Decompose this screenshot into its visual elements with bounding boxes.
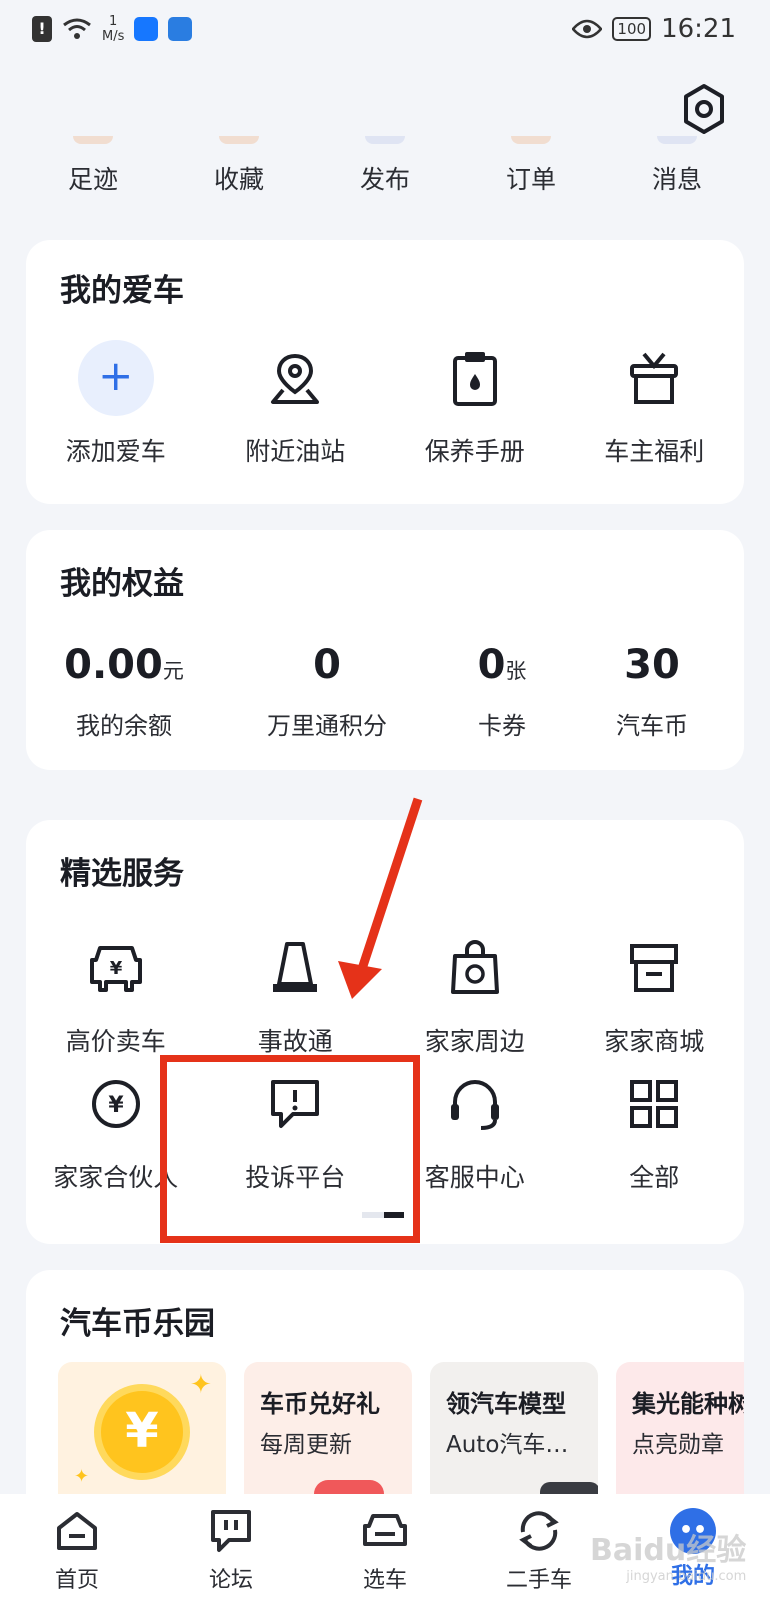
eye-icon bbox=[572, 19, 603, 39]
tile-subtitle: 点亮勋章 bbox=[632, 1432, 724, 1458]
map-pin-icon bbox=[271, 353, 320, 404]
tab-label: 论坛 bbox=[208, 1568, 253, 1593]
shopping-bag-icon bbox=[450, 940, 499, 994]
balance-unit: 元 bbox=[162, 659, 184, 683]
forum-icon bbox=[211, 1510, 251, 1552]
storefront-icon bbox=[630, 944, 679, 992]
tab-forum[interactable]: 论坛 bbox=[154, 1494, 308, 1600]
quick-link-orders[interactable]: 订单 bbox=[458, 136, 604, 206]
svg-text:¥: ¥ bbox=[108, 1093, 124, 1118]
traffic-cone-icon bbox=[273, 942, 318, 992]
headset-icon bbox=[450, 1080, 499, 1130]
refresh-icon bbox=[519, 1511, 559, 1551]
car-coins-label: 汽车币 bbox=[616, 712, 688, 740]
mall-label: 家家商城 bbox=[604, 1027, 705, 1056]
watermark-main: Baidu经验 bbox=[590, 1533, 747, 1568]
tab-select-car[interactable]: 选车 bbox=[308, 1494, 462, 1600]
merchandise-label: 家家周边 bbox=[424, 1027, 525, 1056]
quick-link-label: 足迹 bbox=[67, 165, 118, 194]
nearby-gas-button[interactable]: 附近油站 bbox=[206, 340, 386, 468]
battery-indicator: 100 bbox=[612, 17, 652, 41]
speed-value: 1 bbox=[109, 14, 118, 29]
speed-unit: M/s bbox=[102, 29, 125, 44]
quick-link-publish[interactable]: 发布 bbox=[312, 136, 458, 206]
balance-label: 我的余额 bbox=[76, 712, 172, 740]
balance-stat[interactable]: 0.00元 我的余额 bbox=[26, 642, 222, 741]
settings-icon[interactable] bbox=[680, 82, 728, 136]
all-services-button[interactable]: 全部 bbox=[565, 1074, 745, 1194]
svg-text:¥: ¥ bbox=[109, 958, 122, 979]
quick-link-favorites[interactable]: 收藏 bbox=[166, 136, 312, 206]
tab-label: 首页 bbox=[54, 1568, 99, 1593]
quick-links-row: 足迹 收藏 发布 订单 消息 bbox=[20, 136, 750, 206]
my-rights-title: 我的权益 bbox=[60, 566, 184, 602]
owner-benefits-label: 车主福利 bbox=[604, 437, 705, 466]
quick-link-label: 收藏 bbox=[213, 165, 264, 194]
car-coins-stat[interactable]: 30 汽车币 bbox=[572, 642, 732, 741]
tile-title: 领汽车模型 bbox=[446, 1390, 566, 1418]
coin-park-title: 汽车币乐园 bbox=[60, 1306, 215, 1342]
sparkle-icon: ✦ bbox=[190, 1370, 212, 1400]
tile-title: 集光能种树 bbox=[632, 1390, 744, 1418]
baidu-watermark: Baidu经验 jingyan.baidu.com bbox=[590, 1525, 746, 1584]
car-front-icon bbox=[363, 1514, 407, 1546]
coupons-unit: 张 bbox=[505, 659, 527, 683]
points-stat[interactable]: 0 万里通积分 bbox=[222, 642, 432, 741]
clipboard-drop-icon bbox=[452, 352, 497, 406]
sell-car-label: 高价卖车 bbox=[65, 1027, 166, 1056]
owner-benefits-button[interactable]: 车主福利 bbox=[565, 340, 745, 468]
add-car-button[interactable]: + 添加爱车 bbox=[26, 340, 206, 468]
all-services-label: 全部 bbox=[629, 1163, 680, 1192]
mall-button[interactable]: 家家商城 bbox=[565, 938, 745, 1058]
maintenance-manual-label: 保养手册 bbox=[424, 437, 525, 466]
featured-services-title: 精选服务 bbox=[60, 856, 184, 892]
quick-link-label: 发布 bbox=[359, 165, 410, 194]
nearby-gas-label: 附近油站 bbox=[245, 437, 346, 466]
yen-circle-icon: ¥ bbox=[91, 1080, 140, 1128]
my-car-card: 我的爱车 + 添加爱车 附近油站 保养手册 车主福利 bbox=[26, 240, 744, 504]
my-car-title: 我的爱车 bbox=[60, 273, 184, 309]
quick-link-footprint[interactable]: 足迹 bbox=[20, 136, 166, 206]
points-value: 0 bbox=[313, 642, 341, 688]
clock: 16:21 bbox=[661, 14, 736, 44]
gift-box-icon bbox=[630, 352, 679, 404]
status-bar: ! 1 M/s 100 16:21 bbox=[0, 0, 770, 60]
wifi-icon bbox=[63, 18, 91, 39]
coupons-stat[interactable]: 0张 卡券 bbox=[432, 642, 572, 741]
tile-title: 车币兑好礼 bbox=[260, 1390, 380, 1418]
network-speed: 1 M/s bbox=[102, 14, 124, 44]
app-notification-icon bbox=[168, 17, 193, 41]
car-yen-icon: ¥ bbox=[89, 946, 142, 992]
home-icon bbox=[57, 1512, 97, 1550]
sell-car-button[interactable]: ¥ 高价卖车 bbox=[26, 938, 206, 1058]
sparkle-icon: ✦ bbox=[74, 1466, 90, 1487]
points-label: 万里通积分 bbox=[267, 712, 387, 740]
grid-icon bbox=[630, 1080, 679, 1128]
quick-link-label: 订单 bbox=[505, 165, 556, 194]
red-arrow-annotation bbox=[338, 797, 423, 999]
tile-subtitle: Auto汽车… bbox=[446, 1432, 569, 1458]
balance-value: 0.00 bbox=[64, 642, 163, 688]
gold-coin-icon: ¥ bbox=[94, 1384, 190, 1480]
coupons-value: 0 bbox=[477, 642, 506, 688]
my-car-row: + 添加爱车 附近油站 保养手册 车主福利 bbox=[26, 340, 744, 468]
watermark-sub: jingyan.baidu.com bbox=[626, 1569, 747, 1584]
quick-link-label: 消息 bbox=[651, 165, 702, 194]
add-car-label: 添加爱车 bbox=[65, 437, 166, 466]
tab-home[interactable]: 首页 bbox=[0, 1494, 154, 1600]
car-coins-value: 30 bbox=[624, 642, 680, 688]
coupons-label: 卡券 bbox=[478, 712, 526, 740]
app-notification-icon bbox=[134, 17, 159, 41]
services-scroll-indicator bbox=[362, 1212, 404, 1218]
my-rights-card: 我的权益 0.00元 我的余额 0 万里通积分 0张 卡券 30 汽车币 bbox=[26, 530, 744, 770]
quick-link-messages[interactable]: 消息 bbox=[604, 136, 750, 206]
rights-stats: 0.00元 我的余额 0 万里通积分 0张 卡券 30 汽车币 bbox=[26, 642, 744, 741]
accident-service-label: 事故通 bbox=[257, 1027, 333, 1056]
tab-label: 选车 bbox=[362, 1568, 407, 1593]
maintenance-manual-button[interactable]: 保养手册 bbox=[385, 340, 565, 468]
plus-icon: + bbox=[77, 340, 154, 416]
alert-icon: ! bbox=[32, 16, 52, 42]
tile-subtitle: 每周更新 bbox=[260, 1432, 352, 1458]
